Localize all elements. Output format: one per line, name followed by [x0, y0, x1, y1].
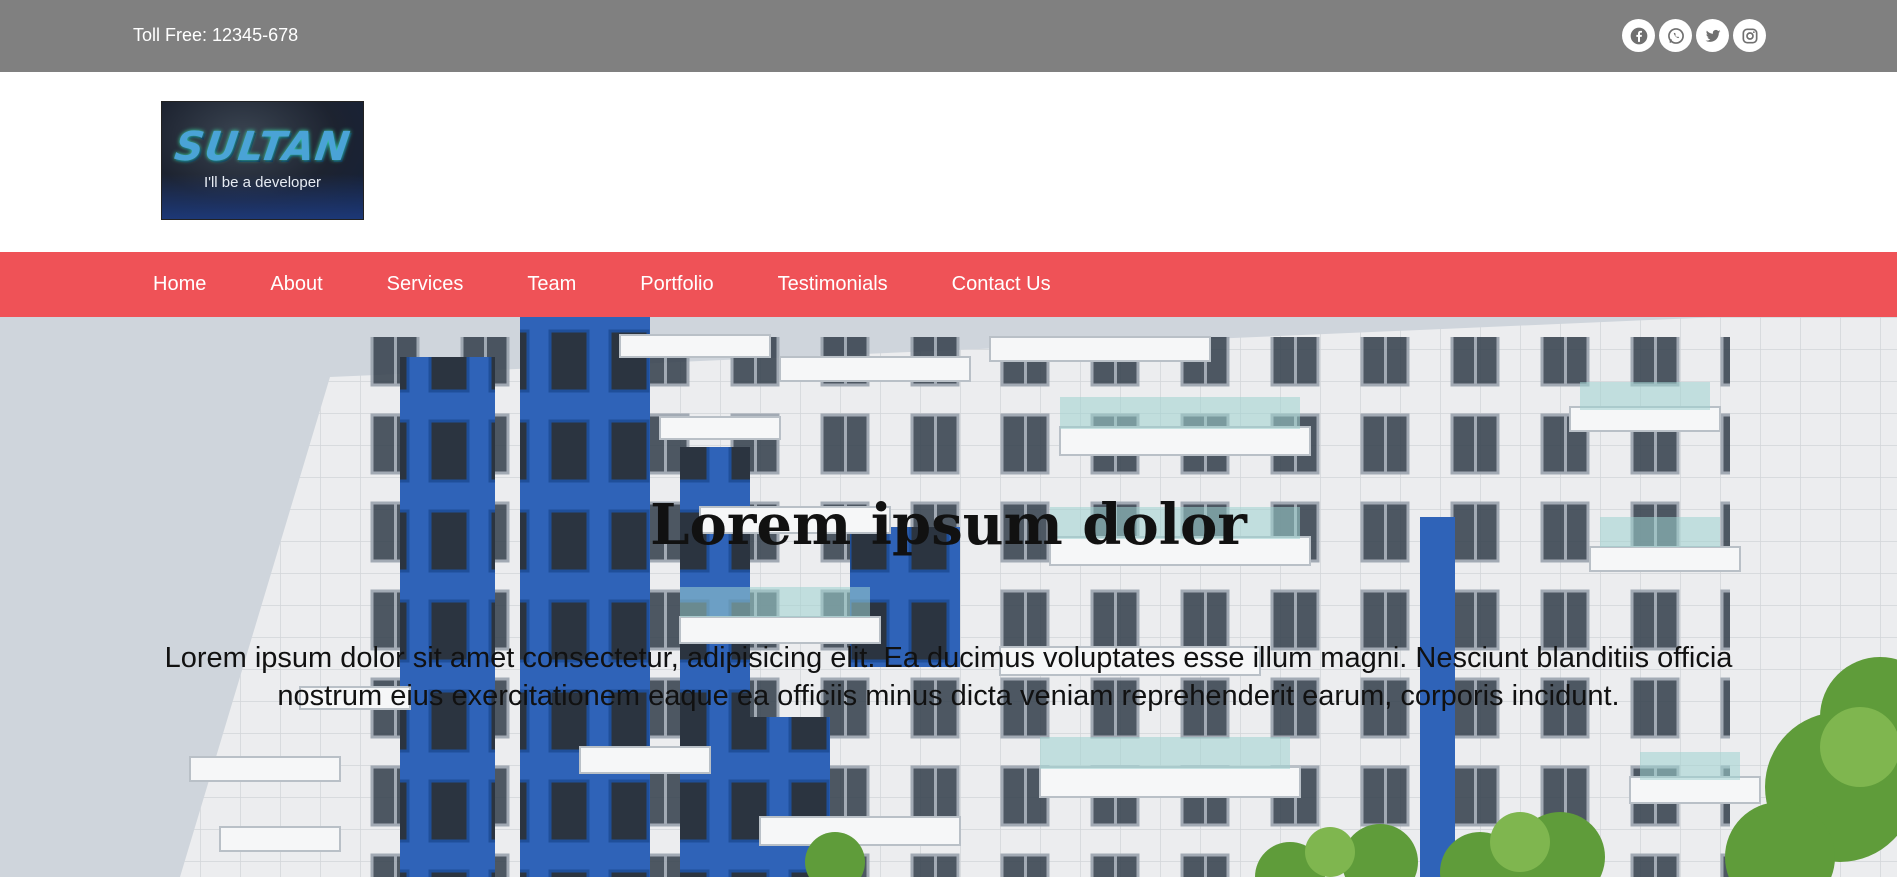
top-bar: Toll Free: 12345-678	[0, 0, 1897, 72]
instagram-icon[interactable]	[1733, 19, 1766, 52]
facebook-icon[interactable]	[1622, 19, 1655, 52]
whatsapp-icon[interactable]	[1659, 19, 1692, 52]
logo-title: SULTAN	[171, 124, 354, 170]
social-links	[1622, 19, 1766, 52]
nav-item-about[interactable]: About	[270, 273, 322, 296]
hero-text: Lorem ipsum dolor sit amet consectetur, …	[164, 642, 1733, 712]
logo-subtitle: I'll be a developer	[203, 174, 322, 191]
twitter-icon[interactable]	[1696, 19, 1729, 52]
site-header: SULTAN I'll be a developer	[0, 72, 1897, 252]
nav-item-testimonials[interactable]: Testimonials	[778, 273, 888, 296]
hero-background-image	[0, 317, 1897, 877]
logo[interactable]: SULTAN I'll be a developer	[161, 101, 364, 220]
hero-title: Lorem ipsum dolor	[650, 492, 1247, 558]
hero-section: Lorem ipsum dolor Lorem ipsum dolor sit …	[0, 317, 1897, 877]
nav-item-services[interactable]: Services	[387, 273, 464, 296]
nav-item-contact-us[interactable]: Contact Us	[952, 273, 1051, 296]
main-nav: Home About Services Team Portfolio Testi…	[0, 252, 1897, 317]
toll-free-text: Toll Free: 12345-678	[133, 25, 299, 45]
nav-item-home[interactable]: Home	[153, 273, 206, 296]
nav-item-portfolio[interactable]: Portfolio	[640, 273, 713, 296]
nav-item-team[interactable]: Team	[527, 273, 576, 296]
